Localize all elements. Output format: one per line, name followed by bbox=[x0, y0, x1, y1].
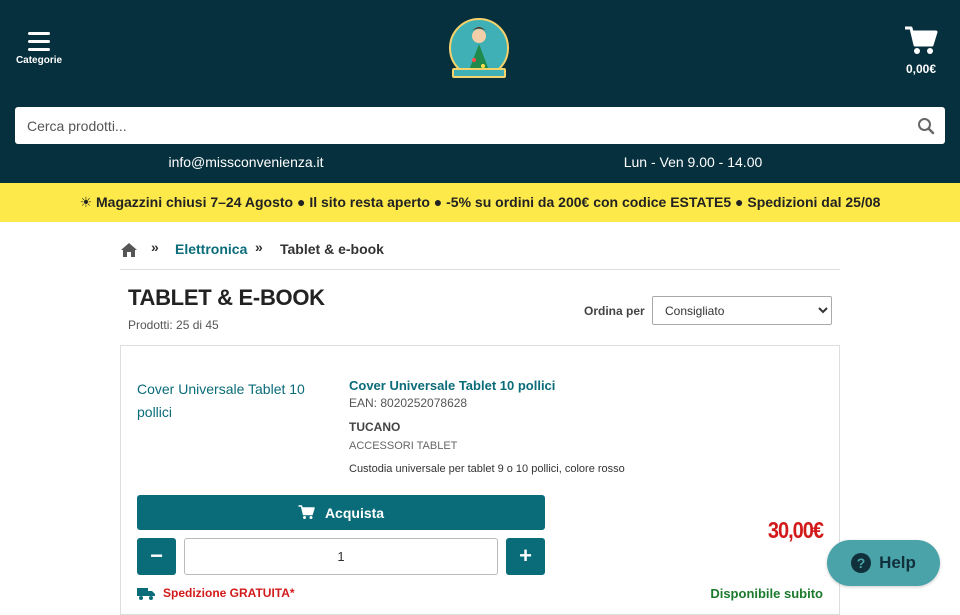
product-count: Prodotti: 25 di 45 bbox=[128, 318, 219, 332]
missconvenienza-logo-icon bbox=[449, 18, 509, 78]
breadcrumb: » Elettronica » Tablet & e-book bbox=[120, 238, 840, 270]
shipping-info: Spedizione GRATUITA* bbox=[137, 586, 295, 600]
breadcrumb-item-elettronica[interactable]: Elettronica bbox=[175, 241, 247, 257]
product-name[interactable]: Cover Universale Tablet 10 pollici bbox=[349, 378, 555, 393]
truck-icon bbox=[137, 587, 155, 600]
help-label: Help bbox=[879, 553, 916, 572]
cart-amount: 0,00€ bbox=[905, 62, 937, 76]
search-icon[interactable] bbox=[917, 117, 935, 135]
product-description: Custodia universale per tablet 9 o 10 po… bbox=[349, 463, 625, 475]
help-button[interactable]: ? Help bbox=[827, 540, 940, 586]
search-bar bbox=[15, 107, 945, 144]
cart-icon bbox=[905, 26, 938, 54]
sort-select[interactable]: Consigliato bbox=[652, 296, 832, 325]
product-category: ACCESSORI TABLET bbox=[349, 440, 458, 452]
hamburger-icon bbox=[28, 32, 50, 51]
opening-hours: Lun - Ven 9.00 - 14.00 bbox=[623, 154, 763, 170]
site-header: Categorie 0,00€ info@missconv bbox=[0, 0, 960, 183]
quantity-decrease-button[interactable]: − bbox=[137, 538, 176, 575]
breadcrumb-separator-icon: » bbox=[151, 239, 159, 255]
product-brand: TUCANO bbox=[349, 420, 401, 434]
cart-icon bbox=[298, 505, 315, 519]
quantity-increase-button[interactable]: + bbox=[506, 538, 545, 575]
categories-menu-button[interactable]: Categorie bbox=[14, 32, 64, 76]
product-price: 30,00€ bbox=[767, 518, 824, 544]
add-to-cart-button[interactable]: Acquista bbox=[137, 495, 545, 530]
search-input[interactable] bbox=[15, 107, 905, 144]
add-to-cart-label: Acquista bbox=[324, 504, 385, 521]
breadcrumb-item-current: Tablet & e-book bbox=[280, 241, 384, 257]
breadcrumb-separator-icon: » bbox=[255, 239, 263, 255]
quantity-input[interactable] bbox=[184, 538, 498, 575]
shipping-text: Spedizione GRATUITA* bbox=[163, 586, 295, 600]
page-title: TABLET & E-BOOK bbox=[128, 285, 325, 310]
announcement-banner: ☀ Magazzini chiusi 7–24 Agosto ● Il sito… bbox=[0, 183, 960, 222]
product-card: Cover Universale Tablet 10 pollici Cover… bbox=[120, 345, 840, 615]
question-icon: ? bbox=[851, 553, 872, 573]
product-ean: EAN: 8020252078628 bbox=[349, 396, 468, 410]
product-image[interactable]: Cover Universale Tablet 10 pollici bbox=[137, 378, 337, 424]
cart-button[interactable]: 0,00€ bbox=[896, 26, 946, 78]
sort-label: Ordina per bbox=[584, 304, 645, 318]
contact-email[interactable]: info@missconvenienza.it bbox=[0, 154, 492, 170]
home-icon[interactable] bbox=[120, 242, 138, 258]
categories-label: Categorie bbox=[15, 55, 63, 66]
availability-status: Disponibile subito bbox=[710, 586, 823, 601]
site-logo[interactable] bbox=[446, 18, 512, 82]
